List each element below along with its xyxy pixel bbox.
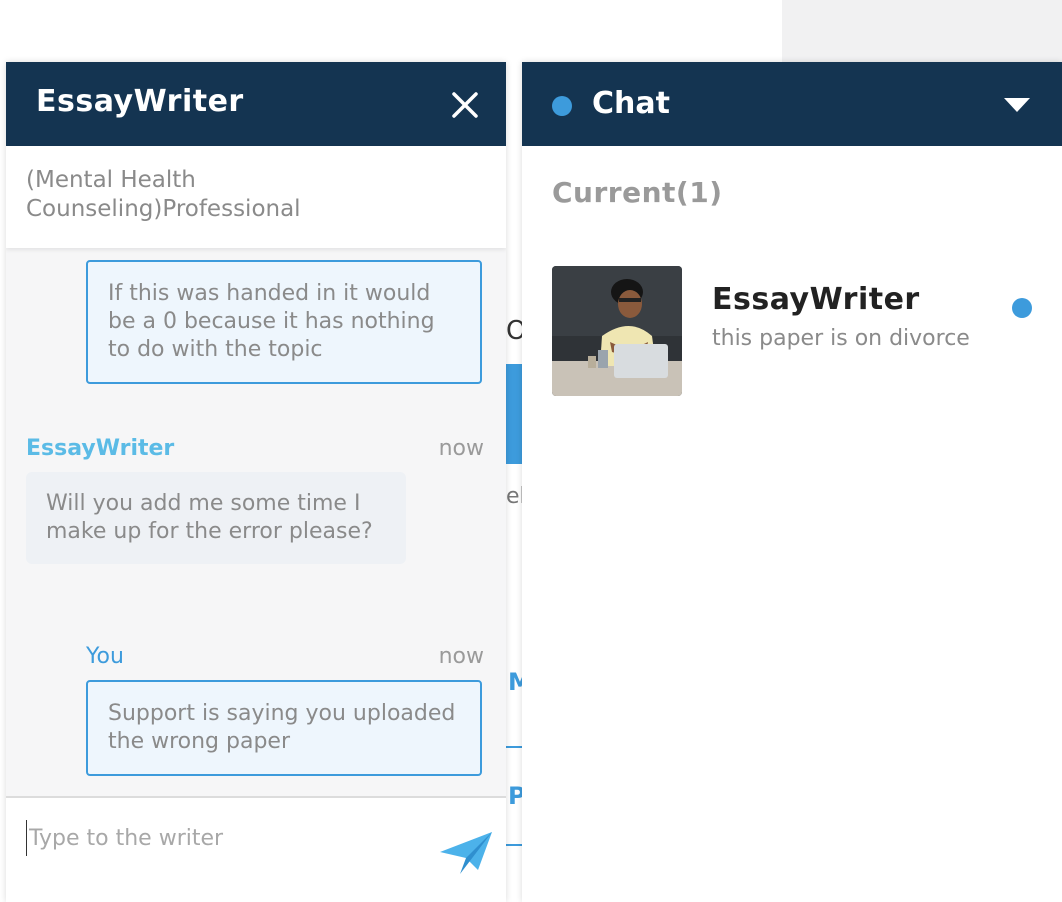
background-divider — [506, 746, 522, 748]
avatar — [552, 266, 682, 396]
writer-chat-title: EssayWriter — [36, 84, 244, 119]
message-composer — [6, 796, 506, 902]
message-timestamp: now — [438, 644, 484, 669]
order-subject-text: (Mental Health Counseling)Professional — [26, 167, 301, 222]
conversation-item[interactable]: EssayWriter this paper is on divorce — [522, 258, 1062, 398]
online-status-dot — [552, 96, 572, 116]
message-timestamp: now — [438, 436, 484, 461]
caret-down-icon[interactable] — [1004, 98, 1030, 112]
background-fragment: P — [508, 782, 522, 810]
message-bubble-outgoing: If this was handed in it would be a 0 be… — [86, 260, 482, 384]
conversation-preview: this paper is on divorce — [712, 326, 970, 351]
chat-list-header[interactable]: Chat — [522, 62, 1062, 146]
writer-chat-header: EssayWriter — [6, 62, 506, 146]
message-sender: You — [86, 644, 124, 669]
message-bubble-outgoing: Support is saying you uploaded the wrong… — [86, 680, 482, 776]
chat-list-panel: Chat Current(1) EssayWriter this paper i… — [522, 62, 1062, 902]
background-button-fragment — [506, 364, 522, 464]
conversation-name: EssayWriter — [712, 282, 920, 317]
background-fragment: O — [506, 316, 522, 346]
chat-list-title: Chat — [592, 86, 670, 121]
background-divider — [506, 844, 522, 846]
writer-chat-panel: EssayWriter (Mental Health Counseling)Pr… — [6, 62, 506, 902]
message-input[interactable] — [26, 820, 411, 856]
unread-dot — [1012, 298, 1032, 318]
section-label: Current(1) — [552, 176, 723, 209]
order-subject: (Mental Health Counseling)Professional — [6, 146, 506, 248]
close-icon[interactable] — [450, 90, 480, 120]
message-sender: EssayWriter — [26, 436, 175, 461]
background-fragment: M — [508, 668, 522, 696]
background-page-strip: O el M P — [506, 62, 522, 902]
message-bubble-incoming: Will you add me some time I make up for … — [26, 472, 406, 564]
send-icon[interactable] — [438, 830, 494, 874]
background-fragment: el — [506, 484, 522, 509]
